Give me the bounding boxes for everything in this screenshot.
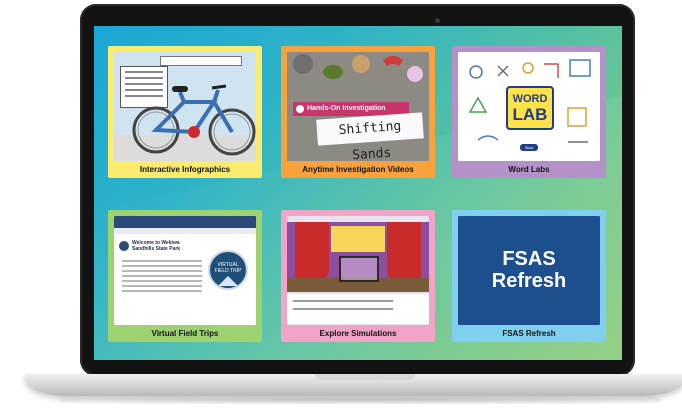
field-trip-thumbnail: Welcome to Wekiwa Sandhills State Park V… xyxy=(114,216,256,325)
virtual-field-trip-badge: VIRTUAL FIELD TRIP xyxy=(208,250,248,290)
video-title-card: Shifting Sands xyxy=(316,112,424,161)
tile-word-labs[interactable]: WORD LAB Start Word Labs xyxy=(452,46,606,178)
badge-line2: FIELD TRIP xyxy=(214,268,242,274)
hands-on-icon xyxy=(296,105,304,113)
fsas-line1: FSAS xyxy=(502,248,556,270)
tile-virtual-field-trips[interactable]: Welcome to Wekiwa Sandhills State Park V… xyxy=(108,210,262,342)
field-trip-nav xyxy=(114,228,256,234)
logo-word: WORD xyxy=(512,93,548,105)
fsas-thumbnail: FSAS Refresh xyxy=(458,216,600,325)
laptop-notch xyxy=(315,374,415,380)
tile-label: Word Labs xyxy=(508,165,550,174)
laptop-base xyxy=(25,374,682,396)
tile-explore-simulations[interactable]: Explore Simulations xyxy=(281,210,435,342)
camera-icon xyxy=(435,18,440,23)
laptop-shadow xyxy=(60,396,660,404)
tile-label: Virtual Field Trips xyxy=(151,329,219,338)
bicycle-icon xyxy=(132,84,256,156)
sim-window xyxy=(331,226,385,252)
sim-curtain-left xyxy=(295,222,329,280)
location-icon xyxy=(119,241,129,251)
bike-infographic-thumbnail xyxy=(114,52,256,161)
screen: Interactive Infographics Hands-On Invest… xyxy=(94,26,622,360)
tile-fsas-refresh[interactable]: FSAS Refresh FSAS Refresh xyxy=(452,210,606,342)
tile-label: FSAS Refresh xyxy=(502,329,556,338)
tile-label: Anytime Investigation Videos xyxy=(302,165,414,174)
field-trip-text xyxy=(122,260,202,295)
field-trip-header xyxy=(114,216,256,228)
tile-label: Interactive Infographics xyxy=(139,165,231,174)
sim-terrarium xyxy=(339,256,379,282)
magnet-tools-icon xyxy=(293,54,423,82)
field-trip-heading: Welcome to Wekiwa Sandhills State Park xyxy=(132,240,181,252)
sim-caption xyxy=(287,294,429,324)
sim-curtain-right xyxy=(387,222,421,280)
fsas-title: FSAS Refresh xyxy=(458,248,600,292)
video-thumbnail: Hands-On Investigation Shifting Sands xyxy=(287,52,429,161)
start-button[interactable]: Start xyxy=(520,144,538,151)
fsas-line2: Refresh xyxy=(491,270,567,292)
tile-interactive-infographics[interactable]: Interactive Infographics xyxy=(108,46,262,178)
simulation-thumbnail xyxy=(287,216,429,325)
word-lab-logo: WORD LAB xyxy=(506,86,554,130)
word-lab-thumbnail: WORD LAB Start xyxy=(458,52,600,161)
mountain-icon xyxy=(218,276,238,286)
tile-anytime-investigation-videos[interactable]: Hands-On Investigation Shifting Sands An… xyxy=(281,46,435,178)
banner-text: Hands-On Investigation xyxy=(307,105,386,112)
logo-lab: LAB xyxy=(512,105,548,124)
tile-label: Explore Simulations xyxy=(319,329,397,338)
